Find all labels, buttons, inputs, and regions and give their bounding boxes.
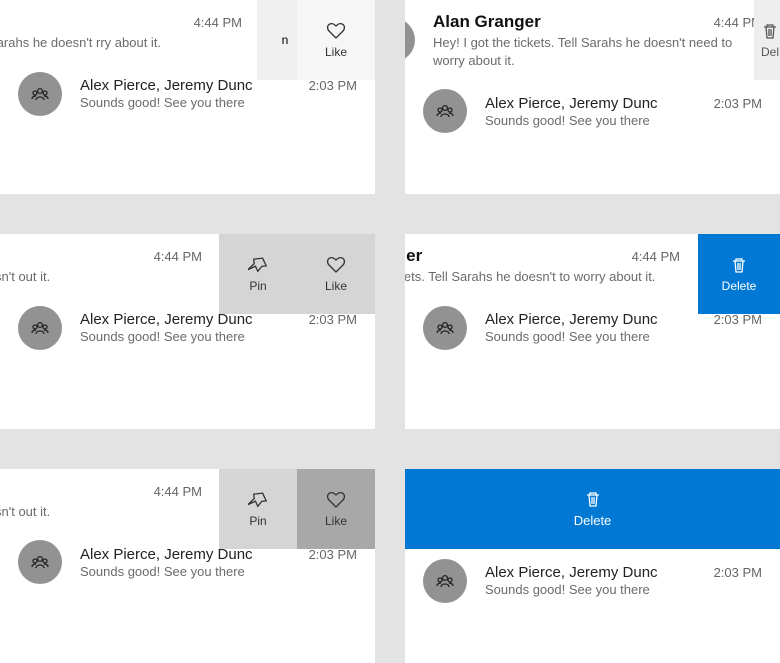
group-avatar <box>18 540 62 584</box>
message-preview: got the tickets. Tell Sarahs he doesn't … <box>405 268 680 286</box>
message-preview: Hey! I got the tickets. Tell Sarahs he d… <box>433 34 762 69</box>
action-label: Like <box>325 45 347 59</box>
timestamp: 4:44 PM <box>186 15 242 30</box>
trash-icon <box>729 255 749 275</box>
timestamp: 4:44 PM <box>146 249 202 264</box>
message-card[interactable]: n Granger 4:44 PM got the tickets. Tell … <box>405 234 780 428</box>
like-action[interactable]: Like <box>297 0 375 80</box>
group-avatar <box>423 559 467 603</box>
action-label: Like <box>325 514 347 528</box>
delete-action-full[interactable]: Delete <box>405 469 780 549</box>
like-action-hover[interactable]: Like <box>297 469 375 549</box>
message-preview: Sounds good! See you there <box>485 582 762 597</box>
trash-icon <box>583 489 603 509</box>
delete-action-partial[interactable]: Del <box>754 0 780 80</box>
timestamp: 2:03 PM <box>301 312 357 327</box>
message-card[interactable]: anger 4:44 PM he tickets. Tell Sarahs he… <box>0 0 375 194</box>
action-label: Pin <box>249 514 266 528</box>
message-card[interactable]: er 4:44 PM ets. Tell Sarahs he doesn't o… <box>0 234 375 428</box>
action-label: Delete <box>574 513 612 528</box>
action-label: Delete <box>722 279 757 293</box>
message-card[interactable]: Alan Granger 4:44 PM Hey! I got the tick… <box>405 0 780 194</box>
sender-name: Alex Pierce, Jeremy Dunc <box>485 564 658 581</box>
timestamp: 2:03 PM <box>706 312 762 327</box>
message-preview: Sounds good! See you there <box>80 564 357 579</box>
timestamp: 2:03 PM <box>706 565 762 580</box>
group-icon <box>435 318 455 338</box>
group-icon <box>435 571 455 591</box>
group-avatar <box>423 306 467 350</box>
group-icon <box>435 101 455 121</box>
message-preview: ets. Tell Sarahs he doesn't out it. <box>0 268 202 286</box>
sender-name: Alex Pierce, Jeremy Dunc <box>485 311 658 328</box>
action-label: n <box>282 33 289 47</box>
timestamp: 2:03 PM <box>301 78 357 93</box>
message-preview: he tickets. Tell Sarahs he doesn't rry a… <box>0 34 242 52</box>
action-label: Pin <box>249 279 266 293</box>
message-preview: Sounds good! See you there <box>80 329 357 344</box>
message-card[interactable]: er 4:44 PM ets. Tell Sarahs he doesn't o… <box>0 469 375 663</box>
avatar <box>405 18 415 62</box>
message-preview: ets. Tell Sarahs he doesn't out it. <box>0 503 202 521</box>
pin-icon <box>248 255 268 275</box>
trash-icon <box>760 21 780 41</box>
like-action[interactable]: Like <box>297 234 375 314</box>
group-icon <box>30 84 50 104</box>
group-icon <box>30 318 50 338</box>
heart-icon <box>326 255 346 275</box>
group-avatar <box>423 89 467 133</box>
sender-name: n Granger <box>405 246 422 266</box>
message-card[interactable]: Delete Alex Pierce, Jeremy Dunc 2:03 PM … <box>405 469 780 663</box>
heart-icon <box>326 490 346 510</box>
message-preview: Sounds good! See you there <box>485 329 762 344</box>
sender-name: Alan Granger <box>433 12 541 32</box>
group-avatar <box>18 306 62 350</box>
heart-icon <box>326 21 346 41</box>
pin-action-partial[interactable]: n <box>257 0 297 80</box>
timestamp: 2:03 PM <box>706 96 762 111</box>
pin-action[interactable]: Pin <box>219 234 297 314</box>
action-label: Like <box>325 279 347 293</box>
pin-icon <box>248 490 268 510</box>
pin-action[interactable]: Pin <box>219 469 297 549</box>
timestamp: 2:03 PM <box>301 547 357 562</box>
group-avatar <box>18 72 62 116</box>
sender-name: Alex Pierce, Jeremy Dunc <box>485 95 658 112</box>
message-preview: Sounds good! See you there <box>80 95 357 110</box>
timestamp: 4:44 PM <box>146 484 202 499</box>
delete-action[interactable]: Delete <box>698 234 780 314</box>
group-icon <box>30 552 50 572</box>
sender-name: Alex Pierce, Jeremy Dunc <box>80 77 253 94</box>
timestamp: 4:44 PM <box>624 249 680 264</box>
message-preview: Sounds good! See you there <box>485 113 762 128</box>
